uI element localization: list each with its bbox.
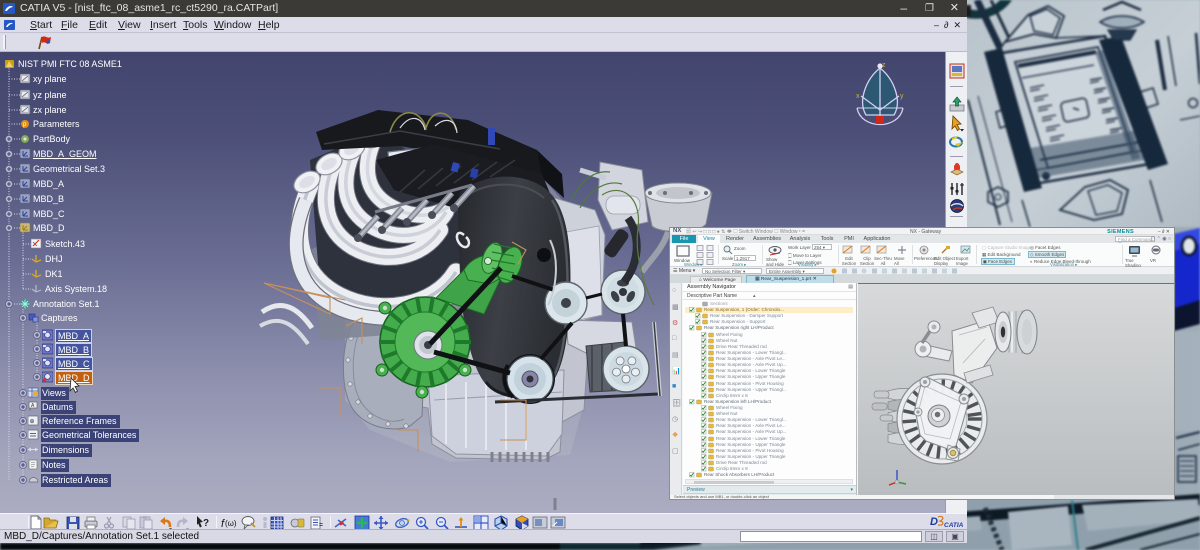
svg-text:z: z [882, 62, 886, 69]
svg-text:⊕: ⊕ [30, 419, 35, 425]
svg-text:=: = [319, 522, 323, 529]
svg-text:y: y [900, 93, 904, 100]
svg-text:CATIA: CATIA [944, 522, 964, 529]
svg-text:(ω): (ω) [225, 519, 237, 528]
svg-text:?: ? [203, 518, 209, 529]
svg-text:D: D [930, 516, 938, 528]
svg-text:x: x [856, 93, 860, 100]
